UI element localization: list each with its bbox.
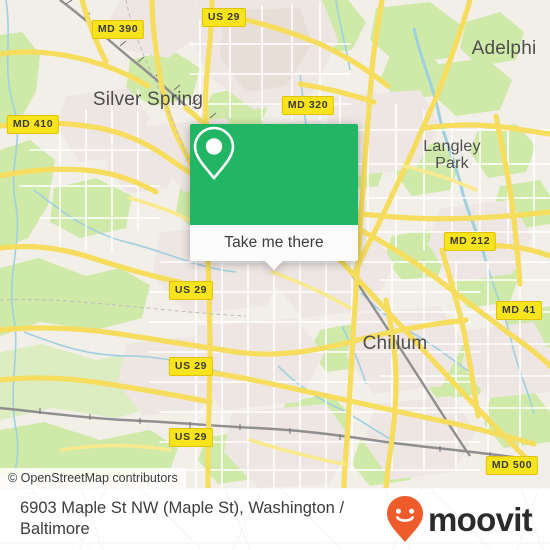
road-shield-md-212: MD 212 [443, 232, 497, 251]
osm-attribution-text: © OpenStreetMap contributors [8, 471, 178, 485]
footer-content: 6903 Maple St NW (Maple St), Washington … [0, 488, 550, 550]
road-shield-md-410: MD 410 [6, 115, 60, 134]
map-place-label-silver-spring: Silver Spring [92, 89, 204, 110]
popup-tail-pointer [265, 261, 283, 270]
popup-icon-area [190, 124, 358, 225]
map-canvas[interactable]: .pk { fill:#cfeaa8; } .pk2 { fill:#dcedc… [0, 0, 550, 488]
map-place-label-chillum: Chillum [362, 333, 428, 354]
road-shield-us-29-1: US 29 [201, 8, 247, 27]
take-me-there-button[interactable]: Take me there [190, 225, 358, 270]
location-pin-icon [193, 126, 235, 181]
road-shield-us-29-4: US 29 [168, 428, 214, 447]
road-shield-md-41: MD 41 [496, 301, 542, 320]
location-title: 6903 Maple St NW (Maple St), Washington … [20, 498, 345, 538]
screenshot-root: .pk { fill:#cfeaa8; } .pk2 { fill:#dcedc… [0, 0, 550, 550]
moovit-wordmark: moovit [428, 500, 533, 538]
road-shield-md-500: MD 500 [485, 456, 539, 475]
road-shield-md-320: MD 320 [281, 96, 335, 115]
footer-bar: 6903 Maple St NW (Maple St), Washington … [0, 488, 550, 550]
langley-park-line2: Park [435, 154, 469, 172]
road-shield-md-390: MD 390 [91, 20, 145, 39]
road-shield-us-29-2: US 29 [168, 281, 214, 300]
location-popup-card[interactable]: Take me there [190, 124, 358, 270]
moovit-logo[interactable]: moovit [385, 495, 533, 543]
map-place-label-langley-park: Langley Park [423, 138, 481, 172]
map-place-label-adelphi: Adelphi [471, 38, 537, 59]
road-shield-us-29-3: US 29 [168, 357, 214, 376]
moovit-smiley-pin-icon [387, 496, 424, 542]
osm-attribution[interactable]: © OpenStreetMap contributors [0, 468, 186, 488]
take-me-there-label: Take me there [224, 234, 324, 251]
langley-park-line1: Langley [423, 138, 481, 155]
